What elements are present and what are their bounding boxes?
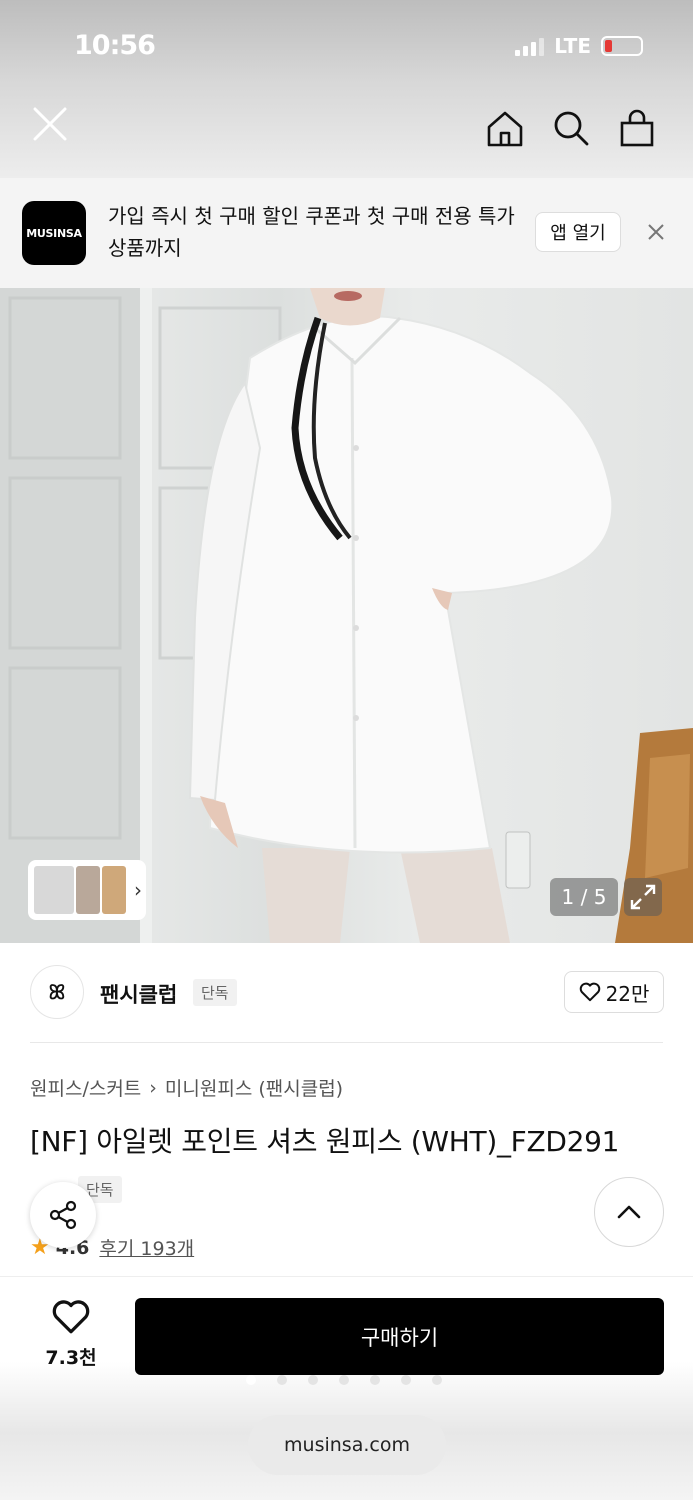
brand-logo[interactable]: ꕤ (30, 965, 84, 1019)
expand-icon[interactable] (624, 878, 662, 916)
brand-name[interactable]: 팬시클럽 (100, 979, 177, 1009)
thumbnail-strip[interactable]: › (28, 860, 146, 920)
share-icon (49, 1200, 77, 1230)
thumbnail[interactable] (76, 866, 100, 914)
chevron-up-icon (617, 1205, 641, 1219)
wishlist-count: 7.3천 (45, 1347, 97, 1369)
top-bar: 10:56 LTE (0, 0, 693, 178)
breadcrumb: 원피스/스커트 › 미니원피스 (팬시클럽) (30, 1074, 343, 1101)
breadcrumb-subcategory[interactable]: 미니원피스 (팬시클럽) (165, 1074, 343, 1101)
url-bar[interactable]: musinsa.com (248, 1415, 446, 1475)
search-icon[interactable] (551, 108, 591, 148)
page-dots (246, 1375, 442, 1385)
battery-icon (601, 36, 643, 56)
close-icon[interactable] (646, 222, 666, 246)
heart-icon (579, 982, 600, 1002)
brand-like-button[interactable]: 22만 (564, 971, 664, 1013)
exclusive-badge: 단독 (193, 979, 237, 1006)
network-label: LTE (554, 34, 591, 58)
chevron-right-icon: › (149, 1076, 157, 1099)
bottom-bar: 7.3천 구매하기 musinsa.com (0, 1276, 693, 1500)
image-counter: 1 / 5 (550, 878, 618, 916)
thumbnail[interactable] (34, 866, 74, 914)
share-button[interactable] (30, 1182, 96, 1248)
breadcrumb-category[interactable]: 원피스/스커트 (30, 1074, 141, 1101)
status-icons: LTE (515, 34, 643, 58)
bag-icon[interactable] (617, 108, 657, 148)
brand-row: ꕤ 팬시클럽 단독 22만 (0, 943, 693, 1043)
chevron-right-icon: › (134, 878, 142, 902)
app-banner: MUSINSA 가입 즉시 첫 구매 할인 쿠폰과 첫 구매 전용 특가 상품까… (0, 178, 693, 288)
open-app-button[interactable]: 앱 열기 (535, 212, 621, 252)
heart-icon (52, 1300, 90, 1334)
review-link[interactable]: 후기 193개 (99, 1234, 194, 1261)
model-photo (0, 288, 693, 943)
home-icon[interactable] (485, 108, 525, 148)
app-banner-message: 가입 즉시 첫 구매 할인 쿠폰과 첫 구매 전용 특가 상품까지 (108, 204, 515, 260)
product-image[interactable]: › 1 / 5 (0, 288, 693, 943)
wishlist-button[interactable]: 7.3천 (30, 1299, 112, 1370)
nav-icons (485, 108, 657, 148)
signal-icon (515, 36, 545, 56)
scroll-top-button[interactable] (594, 1177, 664, 1247)
brand-like-count: 22만 (605, 981, 650, 1006)
thumbnail[interactable] (102, 866, 126, 914)
status-time: 10:56 (74, 30, 156, 61)
product-title: [NF] 아일렛 포인트 셔츠 원피스 (WHT)_FZD291 (30, 1125, 620, 1158)
buy-button[interactable]: 구매하기 (135, 1298, 664, 1375)
divider (30, 1042, 663, 1043)
close-icon[interactable] (30, 104, 70, 144)
musinsa-logo: MUSINSA (22, 201, 86, 265)
